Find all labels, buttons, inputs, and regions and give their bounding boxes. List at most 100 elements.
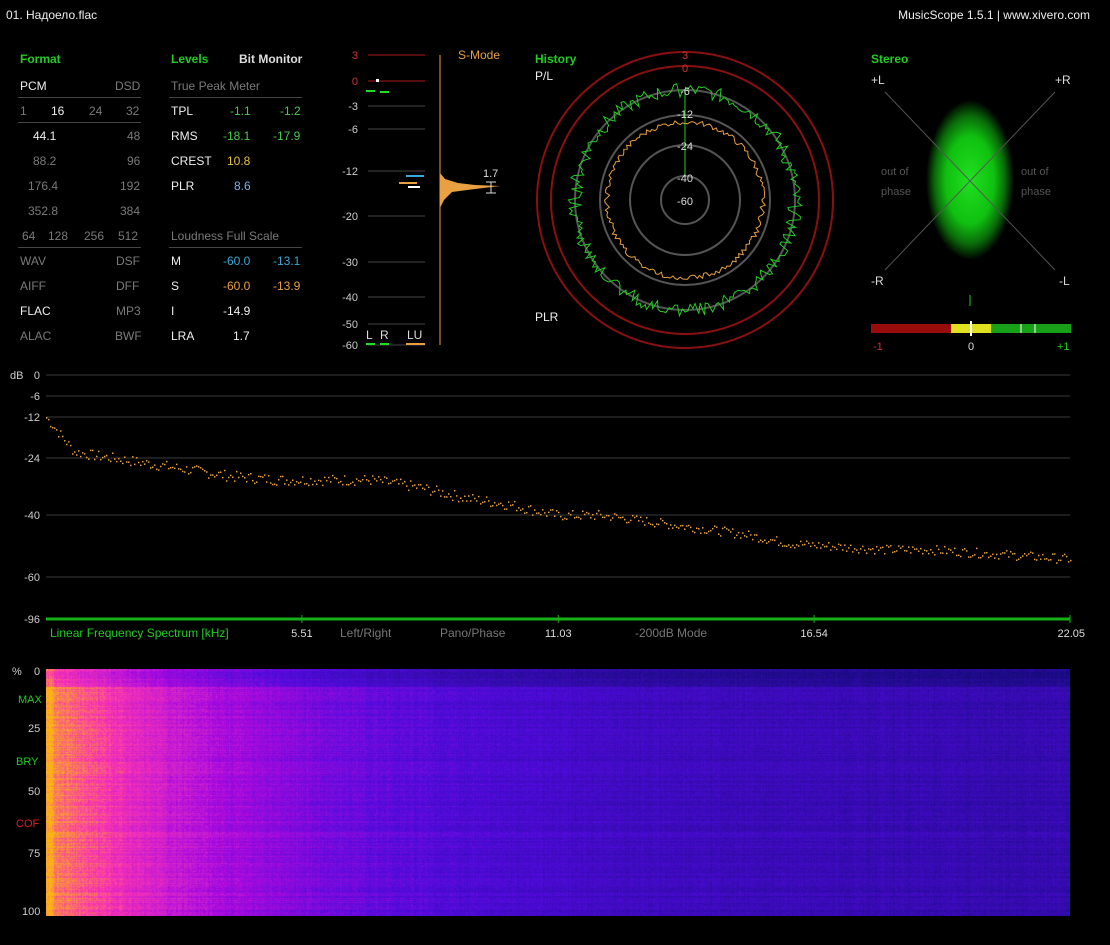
plus-r-label: +R <box>1055 73 1071 87</box>
mode-pano-phase[interactable]: Pano/Phase <box>440 626 506 640</box>
spectrum-point <box>334 477 336 479</box>
spectrum-point <box>538 512 540 514</box>
phase-right: phase <box>1021 186 1051 198</box>
spectrum-point <box>828 542 830 544</box>
spectrum-point <box>156 468 158 471</box>
spectrum-point <box>574 517 576 519</box>
bit-monitor-label[interactable]: Bit Monitor <box>239 52 302 66</box>
spectrum-point <box>948 548 950 550</box>
spectrum-point <box>812 542 814 544</box>
spectrum-point <box>1036 559 1038 561</box>
spectrum-point <box>658 523 660 526</box>
spectrum-point <box>848 547 850 549</box>
spectrum-point <box>1054 553 1056 555</box>
loudness-label: Loudness Full Scale <box>171 229 280 243</box>
spectrum-point <box>608 515 610 517</box>
spectrum-point <box>800 540 802 543</box>
spectrum-point <box>104 455 106 458</box>
spectrum-point <box>132 456 134 458</box>
sgram-tick: 75 <box>28 848 41 860</box>
ring-label: 0 <box>682 63 688 75</box>
spectrum-point <box>862 545 864 548</box>
meter-tick: -60 <box>342 340 358 352</box>
spectrum-point <box>942 552 944 554</box>
spectrum-point <box>550 509 552 511</box>
spectrum-point <box>102 456 104 459</box>
meter-tick: -20 <box>342 211 358 223</box>
spectrum-point <box>986 551 988 554</box>
s-value-a: -60.0 <box>223 279 251 293</box>
spectrum-point <box>428 486 430 489</box>
spectrum-point <box>706 532 708 535</box>
spectrum-point <box>448 493 450 495</box>
spectrum-point <box>356 478 358 480</box>
spectrum-point <box>256 481 258 483</box>
spectrum-point <box>780 542 782 544</box>
spectrum-point <box>910 552 912 554</box>
mode-left-right[interactable]: Left/Right <box>340 626 392 640</box>
spectrum-point <box>310 478 312 480</box>
spectrum-point <box>240 472 242 474</box>
spectrum-point <box>700 532 702 535</box>
spectrum-point <box>468 495 470 497</box>
spectrum-point <box>494 501 496 504</box>
spectrum-point <box>424 488 426 491</box>
spectrum-point <box>652 523 654 526</box>
spectrum-point <box>930 549 932 551</box>
spectrum-point <box>306 482 308 485</box>
spectrum-point <box>304 483 306 485</box>
spectrum-point <box>792 544 794 547</box>
stereo-cloud <box>926 100 1014 260</box>
spectrum-point <box>490 505 492 508</box>
meter-tick: -12 <box>342 166 358 178</box>
spectrum-point <box>168 467 170 470</box>
spectrum-point <box>72 453 74 455</box>
spectrum-point <box>766 542 768 544</box>
spectrum-point <box>408 489 410 492</box>
spectrum-point <box>378 476 380 478</box>
spectrum-point <box>572 510 574 512</box>
spectrum-point <box>946 552 948 555</box>
spectrum-point <box>316 483 318 486</box>
spectrum-point <box>508 501 510 503</box>
spectrum-point <box>348 483 350 486</box>
spectrum-point <box>1034 558 1036 561</box>
spectrum-point <box>318 479 320 482</box>
spectrum-point <box>698 528 700 530</box>
spectrum-point <box>382 481 384 483</box>
spectrum-point <box>906 550 908 552</box>
spectrum-grid <box>46 374 1070 578</box>
spectrum-point <box>866 552 868 554</box>
db-tick: -40 <box>24 510 40 522</box>
spectrum-point <box>208 477 210 479</box>
meter-mode[interactable]: S-Mode <box>458 48 500 62</box>
spectrum-point <box>648 522 650 524</box>
spectrum-point <box>74 451 76 453</box>
spectrum-point <box>180 468 182 471</box>
plr-label: PLR <box>171 179 195 193</box>
spectrum-point <box>230 474 232 477</box>
dsd-rate: 512 <box>118 229 139 243</box>
spectrum-point <box>950 549 952 551</box>
spectrum-point <box>444 496 446 498</box>
spectrum-point <box>170 466 172 469</box>
spectrum-point <box>514 500 516 503</box>
spectrum-point <box>120 460 122 462</box>
s-label: S <box>171 279 180 293</box>
spectrum-point <box>1058 559 1060 561</box>
spectrum-point <box>820 547 822 549</box>
spectrum-point <box>966 550 968 552</box>
freq-tick: 16.54 <box>800 628 828 640</box>
mode-200db[interactable]: -200dB Mode <box>635 626 707 640</box>
lra-value: 1.7 <box>233 329 250 343</box>
spectrum-point <box>440 495 442 497</box>
spectrum-point <box>882 546 884 549</box>
spectrum-point <box>1014 552 1016 555</box>
spectrum-point <box>274 483 276 486</box>
spectrum-point <box>964 548 966 550</box>
spectrum-point <box>100 458 102 461</box>
spectrum-point <box>1044 558 1046 560</box>
spectrum-point <box>480 503 482 505</box>
r-bar <box>380 343 389 345</box>
lra-label: LRA <box>171 329 195 343</box>
